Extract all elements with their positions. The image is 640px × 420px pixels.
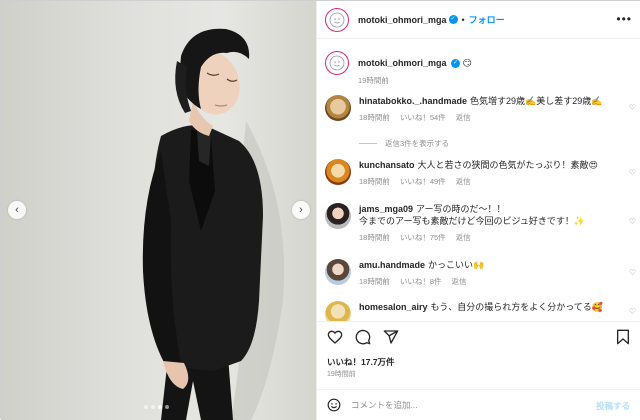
reply-button[interactable]: 返信 [452,276,467,287]
caption-text: 😏 [462,58,472,68]
comment-time: 18時間前 [359,177,390,186]
commenter-username[interactable]: kunchansato [359,160,415,170]
replies-divider [359,143,377,144]
caption-author-avatar[interactable] [325,51,349,75]
commenter-avatar[interactable] [325,203,351,229]
post-time: 19時間前 [327,371,356,378]
commenter-username[interactable]: amu.handmade [359,260,425,270]
photo-man-in-black-suit [142,28,285,420]
share-send-icon[interactable] [383,329,399,345]
carousel-dot [151,405,155,409]
previous-photo-button[interactable]: ‹ [8,201,26,219]
author-username[interactable]: motoki_ohmori_mga [358,15,447,25]
comment-time: 18時間前 [359,113,390,122]
commenter-username[interactable]: homesalon_airy [359,302,428,312]
commenter-username[interactable]: jams_mga09 [359,204,413,214]
comment-text: 大人と若さの狭間の色気がたっぷり！素敵😍 [417,160,598,170]
post-header: motoki_ohmori_mga ✓ • フォロー ••• [317,1,640,39]
chevron-left-icon: ‹ [15,204,19,216]
verified-badge-icon: ✓ [448,15,458,24]
comment-item: hinatabokko._.handmade 色気増す29歳✍️美し差す29歳✍️… [325,95,635,123]
commenter-avatar[interactable] [325,95,351,121]
comments-list[interactable]: motoki_ohmori_mga ✓ 😏 19時間前 hinatabokko.… [317,39,640,321]
like-comment-heart-icon[interactable]: ♡ [629,268,636,277]
like-comment-heart-icon[interactable]: ♡ [629,168,636,177]
chevron-right-icon: › [299,204,303,216]
comment-likes[interactable]: いいね！8件 [400,276,442,287]
comment-text: かっこいい🙌 [428,260,485,270]
separator-dot: • [461,14,465,25]
comment-item: homesalon_airy もう、自分の撮られ方をよく分かってる🥰 [325,301,635,321]
follow-button[interactable]: フォロー [469,13,505,26]
comment-item: kunchansato 大人と若さの狭間の色気がたっぷり！素敵😍 18時間前 いい… [325,159,635,187]
reply-button[interactable]: 返信 [456,176,471,187]
comment-input[interactable] [351,400,571,410]
instagram-post-window: ‹ › motoki_ohmori_mga ✓ • フォロー ••• motok… [0,0,640,420]
smiley-logo-icon [329,12,345,27]
bookmark-save-icon[interactable] [616,329,630,345]
comment-text: アー写の時のだ〜！！ [416,204,506,214]
view-replies-button[interactable]: 返信3件を表示する [359,138,449,149]
add-comment-bar: 投稿する [317,389,640,420]
author-avatar[interactable] [325,7,349,32]
comment-likes[interactable]: いいね！54件 [400,112,446,123]
carousel-dot [165,405,169,409]
post-caption: motoki_ohmori_mga ✓ 😏 19時間前 [325,51,472,86]
like-comment-heart-icon[interactable]: ♡ [629,217,636,226]
emoji-smiley-icon[interactable] [327,398,341,412]
commenter-avatar[interactable] [325,301,351,321]
commenter-username[interactable]: hinatabokko._.handmade [359,96,467,106]
carousel-dot [158,405,162,409]
comment-bubble-icon[interactable] [355,329,371,345]
commenter-avatar[interactable] [325,159,351,185]
reply-button[interactable]: 返信 [456,112,471,123]
likes-count[interactable]: いいね！17.7万件 [327,356,395,368]
post-actions: いいね！17.7万件 19時間前 [317,321,640,383]
comment-text-line2: 今までのアー写も素敵だけど今回のビジュ好きです！✨ [359,216,586,226]
carousel-indicator [144,405,169,409]
like-heart-icon[interactable] [327,329,343,345]
post-comment-button[interactable]: 投稿する [596,400,630,412]
next-photo-button[interactable]: › [292,201,310,219]
comment-time: 18時間前 [359,277,390,286]
post-sidebar: motoki_ohmori_mga ✓ • フォロー ••• motoki_oh… [316,1,640,420]
like-comment-heart-icon[interactable]: ♡ [629,307,636,316]
caption-time: 19時間前 [358,76,389,85]
comment-text: もう、自分の撮られ方をよく分かってる🥰 [430,302,604,312]
comment-likes[interactable]: いいね！49件 [400,176,446,187]
caption-username[interactable]: motoki_ohmori_mga [358,58,447,68]
commenter-avatar[interactable] [325,259,351,285]
more-options-icon[interactable]: ••• [616,13,632,25]
comment-text: 色気増す29歳✍️美し差す29歳✍️ [470,96,603,106]
comment-item: jams_mga09 アー写の時のだ〜！！ 今までのアー写も素敵だけど今回のビジュ… [325,203,635,243]
post-photo[interactable]: ‹ › [1,1,316,420]
smiley-logo-icon [329,55,345,71]
carousel-dot [144,405,148,409]
view-replies-label: 返信3件を表示する [385,139,450,148]
reply-button[interactable]: 返信 [456,232,471,243]
verified-badge-icon: ✓ [451,59,461,69]
comment-item: amu.handmade かっこいい🙌 18時間前 いいね！8件 返信 [325,259,635,287]
comment-time: 18時間前 [359,233,390,242]
comment-likes[interactable]: いいね！75件 [400,232,446,243]
like-comment-heart-icon[interactable]: ♡ [629,103,636,112]
